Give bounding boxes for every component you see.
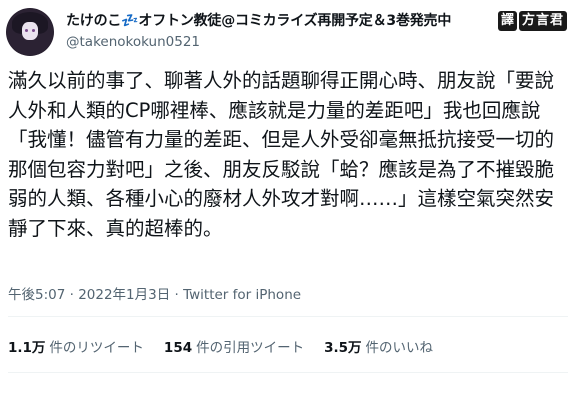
quote-count-label: 件の引用ツイート <box>196 340 305 356</box>
tweet-card: たけのこ💤オフトン教徒@コミカライズ再開予定＆3巻発売中 @takenokoku… <box>0 0 577 407</box>
user-handle[interactable]: @takenokokun0521 <box>66 34 571 50</box>
tweet-stats: 1.1万 件のリツイート 154 件の引用ツイート 3.5万 件のいいね <box>8 336 453 356</box>
retweet-count[interactable]: 1.1万 件のリツイート <box>8 336 144 356</box>
tweet-header: たけのこ💤オフトン教徒@コミカライズ再開予定＆3巻発売中 @takenokoku… <box>6 6 571 58</box>
tweet-timestamp[interactable]: 午後5:07 · 2022年1月3日 · Twitter for iPhone <box>8 283 301 303</box>
like-count-label: 件のいいね <box>365 340 434 356</box>
avatar-ring <box>6 8 54 56</box>
quote-count-number: 154 <box>163 340 193 356</box>
display-name[interactable]: たけのこ💤オフトン教徒@コミカライズ再開予定＆3巻発売中 <box>66 10 451 30</box>
translate-badge: 譯 <box>497 11 517 31</box>
divider-bottom <box>8 372 568 373</box>
tweet-text: 滿久以前的事了、聊著人外的話題聊得正開心時、朋友說「要說人外和人類的CP哪裡棒、… <box>8 69 555 240</box>
quote-count[interactable]: 154 件の引用ツイート <box>164 336 304 356</box>
divider-top <box>8 316 568 317</box>
like-count[interactable]: 3.5万 件のいいね <box>324 336 433 356</box>
avatar[interactable] <box>6 8 54 56</box>
translator-watermark: 譯 方言君 <box>493 10 569 32</box>
translator-name-badge: 方言君 <box>518 11 567 31</box>
like-count-number: 3.5万 <box>324 340 362 356</box>
retweet-count-label: 件のリツイート <box>49 340 144 356</box>
retweet-count-number: 1.1万 <box>8 340 46 356</box>
